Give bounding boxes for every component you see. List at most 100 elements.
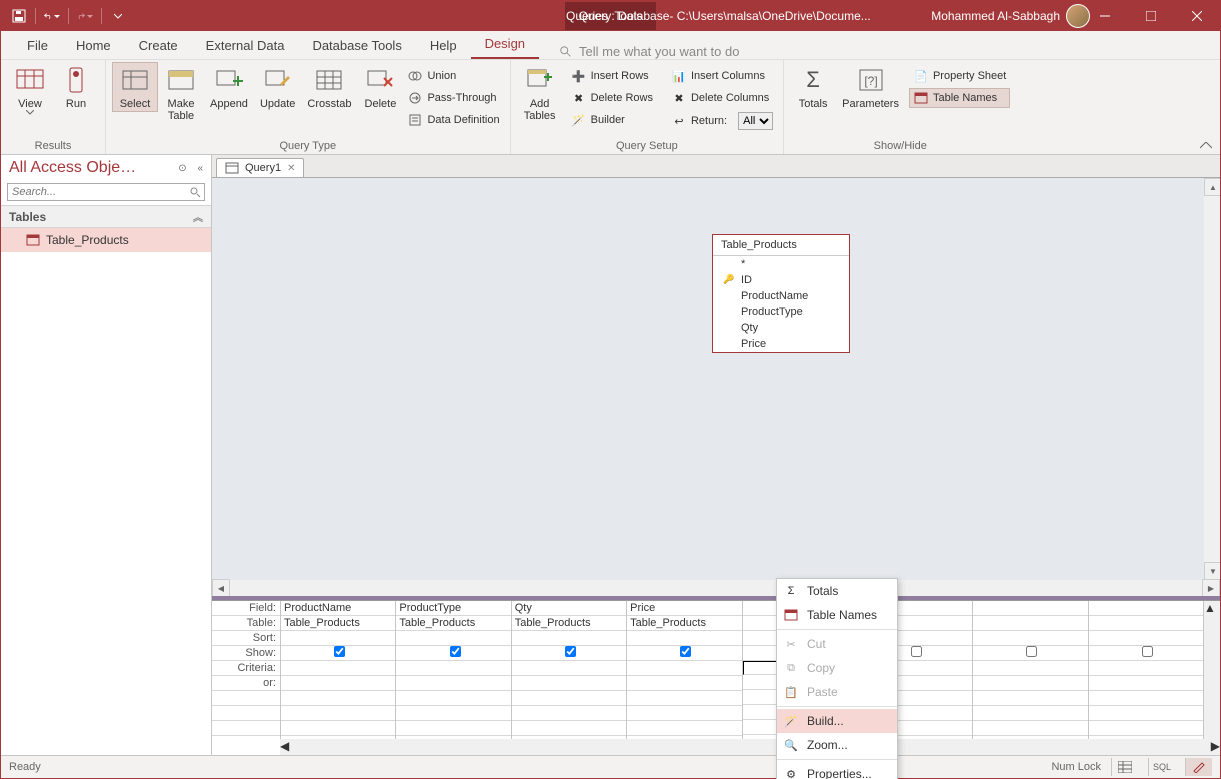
field-qty[interactable]: Qty [713,320,849,336]
group-label-query-setup: Query Setup [517,139,778,154]
show-checkbox[interactable] [450,646,461,657]
table-card-products[interactable]: Table_Products * ID ProductName ProductT… [712,234,850,353]
grid-hscroll[interactable]: ◀▶ [280,739,1220,755]
tab-create[interactable]: Create [125,32,192,59]
main-area: All Access Obje… ⊙ « Tables ︽ Table_Prod… [1,155,1220,755]
title-bar: Query Tools Queries : Database- C:\Users… [1,1,1220,31]
union-button[interactable]: Union [403,66,503,86]
maximize-button[interactable] [1128,1,1174,31]
add-tables-button[interactable]: Add Tables [517,62,563,124]
search-input[interactable] [7,183,205,201]
tab-database-tools[interactable]: Database Tools [298,32,415,59]
save-icon[interactable] [11,8,27,24]
delete-rows-button[interactable]: ✖Delete Rows [567,88,657,108]
delete-query-button[interactable]: Delete [357,62,403,112]
grid-column[interactable]: ProductNameTable_Products [281,601,396,755]
return-dropdown[interactable]: ↩Return: All [667,110,777,132]
minimize-button[interactable] [1082,1,1128,31]
crosstab-button[interactable]: Crosstab [301,62,357,112]
nav-collapse-icon[interactable]: « [197,163,203,174]
ctx-table-names[interactable]: Table Names [777,603,897,627]
pass-through-button[interactable]: Pass-Through [403,88,503,108]
redo-button[interactable] [77,8,93,24]
query-design-surface[interactable]: Table_Products * ID ProductName ProductT… [212,178,1220,600]
ctx-build[interactable]: 🪄Build... [777,709,897,733]
tab-home[interactable]: Home [62,32,125,59]
insert-columns-button[interactable]: 📊Insert Columns [667,66,777,86]
tab-external-data[interactable]: External Data [192,32,299,59]
ctx-properties[interactable]: ⚙Properties... [777,762,897,779]
make-table-button[interactable]: Make Table [158,62,204,124]
collapse-ribbon-icon[interactable] [1200,142,1212,150]
show-checkbox[interactable] [911,646,922,657]
grid-column[interactable]: ProductTypeTable_Products [396,601,511,755]
ctx-totals[interactable]: ΣTotals [777,579,897,603]
status-bar: Ready Num Lock SQL [1,755,1220,778]
sql-view-button[interactable]: SQL [1148,758,1175,776]
data-definition-button[interactable]: Data Definition [403,110,503,130]
nav-group-tables[interactable]: Tables ︽ [1,205,211,228]
grid-column[interactable] [1089,601,1204,755]
nav-item-table-products[interactable]: Table_Products [1,228,211,252]
group-label-results: Results [7,139,99,154]
datasheet-view-button[interactable] [1111,758,1138,776]
ribbon-tabs: File Home Create External Data Database … [1,31,1220,60]
grid-row-labels: Field: Table: Sort: Show: Criteria: or: [212,601,281,755]
field-producttype[interactable]: ProductType [713,304,849,320]
close-button[interactable] [1174,1,1220,31]
nav-pane-title[interactable]: All Access Obje… [9,159,136,177]
show-checkbox[interactable] [334,646,345,657]
grid-vscroll[interactable]: ▲▼ [1204,601,1220,755]
view-button[interactable]: View [7,62,53,117]
query-icon [225,161,239,175]
run-button[interactable]: Run [53,62,99,112]
insert-rows-button[interactable]: ➕Insert Rows [567,66,657,86]
surface-vscroll[interactable]: ▲▼ [1204,178,1220,580]
tab-help[interactable]: Help [416,32,471,59]
show-checkbox[interactable] [1142,646,1153,657]
tab-design[interactable]: Design [471,30,539,59]
append-button[interactable]: Append [204,62,254,112]
status-numlock: Num Lock [1051,761,1101,773]
ctx-copy: ⧉Copy [777,656,897,680]
search-icon[interactable] [189,186,201,198]
grid-column[interactable]: PriceTable_Products [627,601,742,755]
delete-columns-button[interactable]: ✖Delete Columns [667,88,777,108]
ctx-zoom[interactable]: 🔍Zoom... [777,733,897,757]
property-sheet-button[interactable]: 📄Property Sheet [909,66,1010,86]
return-select[interactable]: All [738,112,773,130]
query-design-grid: Field: Table: Sort: Show: Criteria: or: … [212,600,1220,755]
field-star[interactable]: * [713,256,849,272]
ctx-cut: ✂Cut [777,632,897,656]
app-window: Query Tools Queries : Database- C:\Users… [0,0,1221,779]
totals-button[interactable]: Σ Totals [790,62,836,112]
table-card-header: Table_Products [713,235,849,256]
update-button[interactable]: Update [254,62,301,112]
status-ready: Ready [9,761,41,773]
tell-me-search[interactable]: Tell me what you want to do [559,44,739,59]
user-name: Mohammed Al-Sabbagh [931,9,1060,23]
design-view-button[interactable] [1185,758,1212,776]
parameters-button[interactable]: [?] Parameters [836,62,905,112]
surface-hscroll[interactable]: ◀▶ [212,580,1220,596]
show-checkbox[interactable] [565,646,576,657]
user-account[interactable]: Mohammed Al-Sabbagh [931,4,1090,28]
close-tab-icon[interactable]: ✕ [287,163,295,174]
field-productname[interactable]: ProductName [713,288,849,304]
grid-column[interactable]: QtyTable_Products [512,601,627,755]
field-price[interactable]: Price [713,336,849,352]
doc-tab-query1[interactable]: Query1 ✕ [216,158,304,177]
field-id[interactable]: ID [713,272,849,288]
tab-file[interactable]: File [13,32,62,59]
grid-column[interactable] [973,601,1088,755]
show-checkbox[interactable] [680,646,691,657]
svg-text:[?]: [?] [864,74,877,88]
nav-dropdown-icon[interactable]: ⊙ [178,163,186,174]
select-query-button[interactable]: Select [112,62,158,112]
builder-button[interactable]: 🪄Builder [567,110,657,130]
show-checkbox[interactable] [1026,646,1037,657]
table-names-toggle[interactable]: Table Names [909,88,1010,108]
undo-button[interactable] [44,8,60,24]
tell-me-placeholder: Tell me what you want to do [579,44,739,59]
qat-customize-icon[interactable] [110,8,126,24]
